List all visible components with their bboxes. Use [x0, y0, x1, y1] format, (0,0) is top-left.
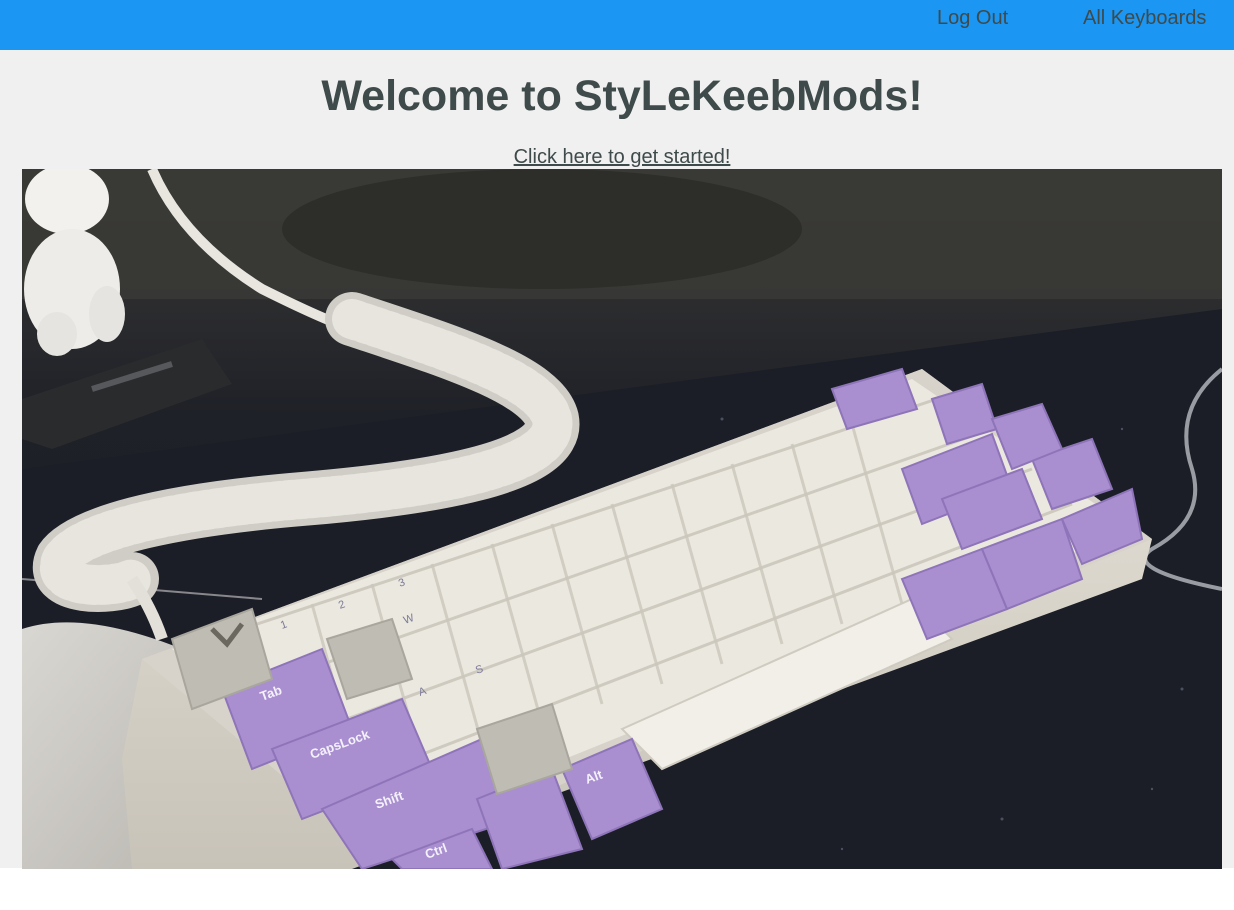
hero-image: Tab CapsLock Shift Ctrl Alt W A S 1 2 3 [22, 169, 1222, 869]
keyboard-photo: Tab CapsLock Shift Ctrl Alt W A S 1 2 3 [22, 169, 1222, 869]
main-content: Welcome to StyLeKeebMods! Click here to … [0, 50, 1234, 869]
get-started-link[interactable]: Click here to get started! [514, 146, 731, 168]
page-title: Welcome to StyLeKeebMods! [321, 72, 923, 120]
blurred-shape [282, 169, 802, 289]
top-navbar: Log Out All Keyboards [0, 0, 1234, 50]
figurine-leg [89, 286, 125, 342]
figurine-foot [37, 312, 77, 356]
logout-link[interactable]: Log Out [937, 6, 1008, 30]
get-started-container: Click here to get started! [0, 145, 1234, 169]
all-keyboards-link[interactable]: All Keyboards [1083, 6, 1206, 30]
